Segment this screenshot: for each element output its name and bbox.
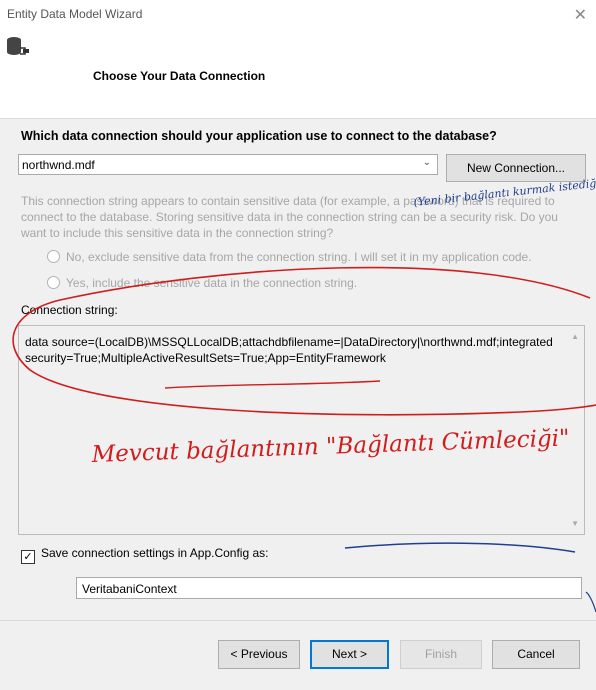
scroll-down-icon[interactable]: ▼	[571, 519, 579, 528]
context-name-input[interactable]: VeritabaniContext	[76, 577, 582, 599]
selected-connection: northwnd.mdf	[22, 158, 95, 172]
connection-string-textbox[interactable]: data source=(LocalDB)\MSSQLLocalDB;attac…	[18, 325, 585, 535]
radio-circle[interactable]	[47, 276, 60, 289]
window-title: Entity Data Model Wizard	[7, 7, 143, 21]
save-settings-label: Save connection settings in App.Config a…	[41, 546, 269, 560]
scroll-up-icon[interactable]: ▲	[571, 332, 579, 341]
page-title: Choose Your Data Connection	[93, 69, 266, 83]
cancel-button[interactable]: Cancel	[492, 640, 580, 669]
data-connection-dropdown[interactable]: northwnd.mdf ⌄	[18, 154, 438, 175]
connection-string-value: data source=(LocalDB)\MSSQLLocalDB;attac…	[25, 335, 553, 365]
connection-question: Which data connection should your applic…	[21, 129, 497, 143]
footer-divider	[0, 620, 596, 621]
blue-underline-annotation	[344, 542, 576, 553]
radio-exclude-sensitive[interactable]: No, exclude sensitive data from the conn…	[47, 250, 532, 264]
radio-label: Yes, include the sensitive data in the c…	[66, 276, 358, 290]
radio-include-sensitive[interactable]: Yes, include the sensitive data in the c…	[47, 276, 357, 290]
database-connection-icon	[6, 36, 32, 63]
connection-string-label: Connection string:	[21, 303, 118, 317]
new-connection-button[interactable]: New Connection...	[446, 154, 586, 182]
save-settings-checkbox[interactable]: ✓	[21, 550, 35, 564]
next-button[interactable]: Next >	[310, 640, 389, 669]
vertical-scrollbar[interactable]: ▲ ▼	[567, 326, 584, 534]
chevron-down-icon[interactable]: ⌄	[423, 157, 431, 168]
title-bar: Entity Data Model Wizard ✕	[0, 0, 596, 30]
previous-button[interactable]: < Previous	[218, 640, 300, 669]
radio-circle[interactable]	[47, 250, 60, 263]
save-settings-row[interactable]: ✓ Save connection settings in App.Config …	[21, 546, 268, 564]
wizard-header: Choose Your Data Connection	[0, 30, 596, 119]
radio-label: No, exclude sensitive data from the conn…	[66, 250, 532, 264]
blue-stroke-annotation	[585, 591, 596, 613]
context-name-value: VeritabaniContext	[82, 582, 177, 596]
finish-button[interactable]: Finish	[400, 640, 482, 669]
sensitive-data-notice: This connection string appears to contai…	[21, 194, 558, 240]
close-icon[interactable]: ✕	[574, 5, 587, 25]
